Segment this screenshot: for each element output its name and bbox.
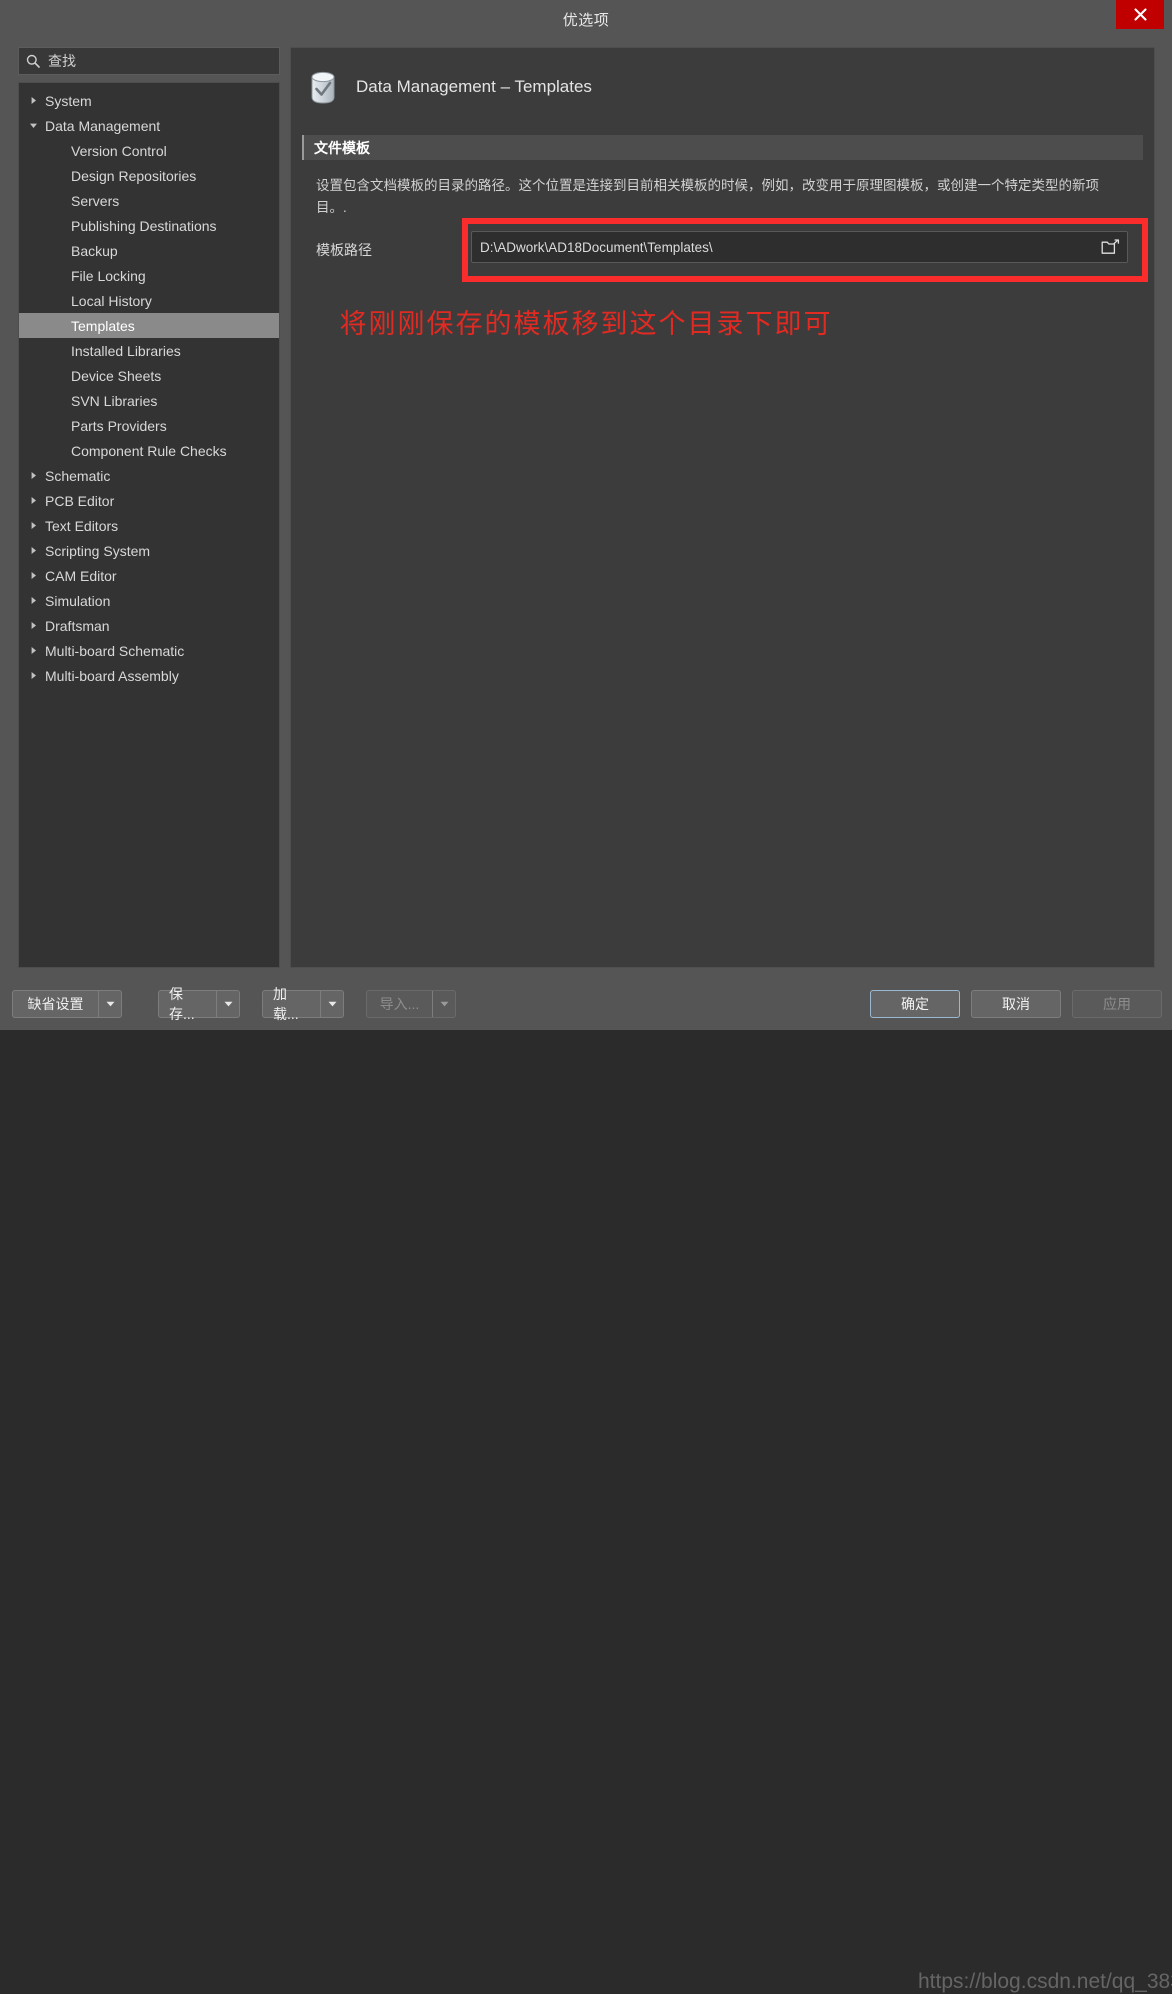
chevron-right-icon[interactable] <box>29 521 45 530</box>
chevron-right-icon[interactable] <box>29 546 45 555</box>
settings-tree-panel[interactable]: System Data Management Version Control Desi… <box>18 82 280 968</box>
sidebar-item-label: CAM Editor <box>45 567 117 584</box>
sidebar-item-label: Scripting System <box>45 542 151 559</box>
template-path-input[interactable] <box>472 239 1093 255</box>
chevron-down-icon[interactable] <box>433 991 455 1017</box>
sidebar-item-label: Version Control <box>71 142 167 159</box>
sidebar-item-label: Templates <box>71 317 135 334</box>
sidebar-item-simulation[interactable]: Simulation <box>19 588 279 613</box>
footer-button-应用: 应用 <box>1072 990 1162 1018</box>
sidebar-item-version-control[interactable]: Version Control <box>19 138 279 163</box>
sidebar-item-label: File Locking <box>71 267 146 284</box>
sidebar-item-label: Local History <box>71 292 152 309</box>
sidebar-item-label: PCB Editor <box>45 492 115 509</box>
sidebar-item-publishing-destinations[interactable]: Publishing Destinations <box>19 213 279 238</box>
sidebar-item-label: Design Repositories <box>71 167 197 184</box>
sidebar-item-svn-libraries[interactable]: SVN Libraries <box>19 388 279 413</box>
template-path-label: 模板路径 <box>316 242 372 258</box>
sidebar-item-text-editors[interactable]: Text Editors <box>19 513 279 538</box>
footer-button-label: 加载... <box>273 986 299 1022</box>
sidebar-item-label: Simulation <box>45 592 111 609</box>
close-icon <box>1133 8 1147 21</box>
window-title: 优选项 <box>562 12 610 29</box>
footer-button-缺省设置[interactable]: 缺省设置 <box>12 990 122 1018</box>
sidebar-item-label: Data Management <box>45 117 161 134</box>
footer-button-加载[interactable]: 加载... <box>262 986 344 1022</box>
sidebar-item-templates[interactable]: Templates <box>19 313 279 338</box>
sidebar-item-installed-libraries[interactable]: Installed Libraries <box>19 338 279 363</box>
section-description: 设置包含文档模板的目录的路径。这个位置是连接到目前相关模板的时候，例如，改变用于… <box>316 178 1099 215</box>
sidebar-item-pcb-editor[interactable]: PCB Editor <box>19 488 279 513</box>
chevron-down-icon[interactable] <box>99 991 121 1017</box>
sidebar-item-label: Draftsman <box>45 617 110 634</box>
browse-folder-button[interactable] <box>1093 232 1127 262</box>
sidebar-item-label: Servers <box>71 192 120 209</box>
chevron-right-icon[interactable] <box>29 671 45 680</box>
preferences-window: 优选项 System Data Management Version Control… <box>0 0 1172 1993</box>
sidebar-item-cam-editor[interactable]: CAM Editor <box>19 563 279 588</box>
chevron-right-icon[interactable] <box>29 621 45 630</box>
sidebar-item-label: Multi-board Schematic <box>45 642 185 659</box>
chevron-right-icon[interactable] <box>29 596 45 605</box>
sidebar-item-multi-board-assembly[interactable]: Multi-board Assembly <box>19 663 279 688</box>
sidebar-item-servers[interactable]: Servers <box>19 188 279 213</box>
main-content-panel: Data Management – Templates 文件模板 设置包含文档模… <box>290 47 1155 968</box>
chevron-right-icon[interactable] <box>29 646 45 655</box>
chevron-right-icon[interactable] <box>29 471 45 480</box>
chevron-right-icon[interactable] <box>29 96 45 105</box>
sidebar-item-multi-board-schematic[interactable]: Multi-board Schematic <box>19 638 279 663</box>
chevron-right-icon[interactable] <box>29 571 45 580</box>
sidebar-item-design-repositories[interactable]: Design Repositories <box>19 163 279 188</box>
sidebar-item-label: Device Sheets <box>71 367 162 384</box>
sidebar-item-label: Publishing Destinations <box>71 217 217 234</box>
sidebar-item-draftsman[interactable]: Draftsman <box>19 613 279 638</box>
sidebar: System Data Management Version Control Desi… <box>18 47 280 968</box>
sidebar-item-backup[interactable]: Backup <box>19 238 279 263</box>
sidebar-item-scripting-system[interactable]: Scripting System <box>19 538 279 563</box>
sidebar-item-system[interactable]: System <box>19 88 279 113</box>
sidebar-item-local-history[interactable]: Local History <box>19 288 279 313</box>
template-path-field[interactable] <box>471 231 1128 263</box>
settings-tree: System Data Management Version Control Desi… <box>19 83 279 688</box>
footer-button-取消[interactable]: 取消 <box>971 990 1061 1018</box>
chevron-down-icon[interactable] <box>321 991 343 1017</box>
chevron-right-icon[interactable] <box>29 496 45 505</box>
close-button[interactable] <box>1116 0 1164 29</box>
footer-button-label: 缺省设置 <box>27 996 84 1012</box>
database-check-icon <box>306 69 340 105</box>
sidebar-item-device-sheets[interactable]: Device Sheets <box>19 363 279 388</box>
footer-button-label: 保存... <box>169 986 195 1022</box>
section-header-bar: 文件模板 <box>302 135 1143 160</box>
title-bar: 优选项 <box>0 0 1172 37</box>
sidebar-item-component-rule-checks[interactable]: Component Rule Checks <box>19 438 279 463</box>
chevron-down-icon[interactable] <box>217 991 239 1017</box>
sidebar-item-schematic[interactable]: Schematic <box>19 463 279 488</box>
search-input[interactable] <box>48 53 279 69</box>
folder-open-icon <box>1101 238 1119 254</box>
search-icon <box>26 54 48 68</box>
page-title: Data Management – Templates <box>356 77 592 96</box>
footer-button-保存[interactable]: 保存... <box>158 986 240 1022</box>
sidebar-item-label: System <box>45 92 92 109</box>
footer-button-确定[interactable]: 确定 <box>870 990 960 1018</box>
section-title: 文件模板 <box>314 139 370 156</box>
sidebar-item-label: Schematic <box>45 467 111 484</box>
sidebar-item-label: Text Editors <box>45 517 119 534</box>
watermark-text: https://blog.csdn.net/qq_38351824 <box>918 1970 1172 1993</box>
sidebar-item-file-locking[interactable]: File Locking <box>19 263 279 288</box>
sidebar-item-label: Component Rule Checks <box>71 442 227 459</box>
search-box[interactable] <box>18 47 280 75</box>
sidebar-item-label: Parts Providers <box>71 417 167 434</box>
footer-button-label: 导入... <box>379 996 420 1012</box>
footer-bar: 缺省设置 保存... 加载... 导入... 确定 取消 应用 https://blog.… <box>0 978 1172 1993</box>
sidebar-item-parts-providers[interactable]: Parts Providers <box>19 413 279 438</box>
sidebar-item-label: Backup <box>71 242 118 259</box>
footer-button-导入: 导入... <box>366 990 456 1018</box>
sidebar-item-data-management[interactable]: Data Management <box>19 113 279 138</box>
page-header: Data Management – Templates <box>306 69 592 105</box>
chevron-down-icon[interactable] <box>29 121 45 130</box>
sidebar-item-label: SVN Libraries <box>71 392 158 409</box>
sidebar-item-label: Installed Libraries <box>71 342 181 359</box>
sidebar-item-label: Multi-board Assembly <box>45 667 179 684</box>
